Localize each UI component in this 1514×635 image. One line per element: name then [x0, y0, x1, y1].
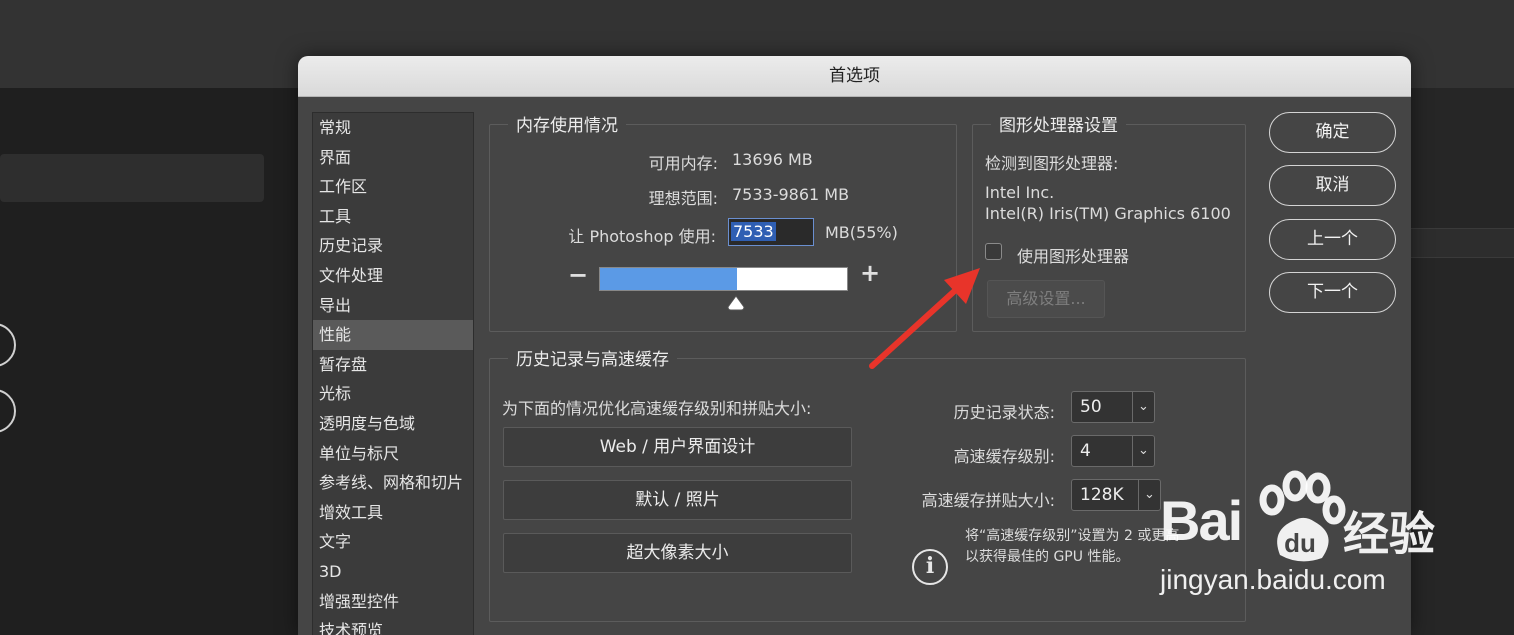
- memory-slider-thumb[interactable]: [727, 295, 745, 311]
- decrease-memory-button[interactable]: −: [568, 261, 588, 289]
- memory-usage-title: 内存使用情况: [508, 111, 626, 136]
- nav-item[interactable]: 文件处理: [313, 261, 473, 291]
- cache-tile-size-label: 高速缓存拼贴大小:: [921, 491, 1055, 510]
- info-icon: i: [912, 549, 948, 585]
- watermark-url: jingyan.baidu.com: [1160, 564, 1386, 595]
- history-cache-group: 历史记录与高速缓存 为下面的情况优化高速缓存级别和拼贴大小: Web / 用户界…: [489, 345, 1246, 622]
- cache-tile-size-value: 128K: [1080, 485, 1124, 505]
- nav-item[interactable]: 光标: [313, 379, 473, 409]
- gpu-settings-title: 图形处理器设置: [991, 111, 1126, 136]
- nav-item[interactable]: 单位与标尺: [313, 439, 473, 469]
- nav-item[interactable]: 导出: [313, 291, 473, 321]
- nav-item[interactable]: 3D: [313, 557, 473, 587]
- nav-item[interactable]: 工作区: [313, 172, 473, 202]
- gpu-cache-info-line2: 以获得最佳的 GPU 性能。: [965, 549, 1130, 565]
- available-memory-label: 可用内存:: [648, 154, 718, 173]
- next-button[interactable]: 下一个: [1269, 272, 1396, 313]
- chevron-down-icon: ⌄: [1138, 480, 1160, 510]
- app-left-bar: [0, 154, 264, 202]
- cache-tile-size-select[interactable]: 128K ⌄: [1071, 479, 1161, 511]
- history-states-select[interactable]: 50 ⌄: [1071, 391, 1155, 423]
- cache-levels-value: 4: [1080, 441, 1091, 461]
- cache-levels-select[interactable]: 4 ⌄: [1071, 435, 1155, 467]
- nav-item[interactable]: 历史记录: [313, 231, 473, 261]
- nav-item[interactable]: 参考线、网格和切片: [313, 468, 473, 498]
- nav-item[interactable]: 性能: [313, 320, 473, 350]
- gpu-vendor: Intel Inc.: [985, 183, 1055, 202]
- nav-item[interactable]: 界面: [313, 143, 473, 173]
- cache-optimize-label: 为下面的情况优化高速缓存级别和拼贴大小:: [502, 399, 812, 418]
- memory-amount-input[interactable]: 7533: [728, 218, 814, 246]
- ideal-range-value: 7533-9861 MB: [732, 185, 850, 204]
- web-ui-design-button[interactable]: Web / 用户界面设计: [503, 427, 852, 467]
- history-states-label: 历史记录状态:: [953, 403, 1055, 422]
- ideal-range-label: 理想范围:: [648, 189, 718, 208]
- nav-item[interactable]: 增强型控件: [313, 587, 473, 617]
- default-photo-button[interactable]: 默认 / 照片: [503, 480, 852, 520]
- chevron-down-icon: ⌄: [1132, 436, 1154, 466]
- history-states-value: 50: [1080, 397, 1102, 417]
- ok-button[interactable]: 确定: [1269, 112, 1396, 153]
- memory-slider-fill: [600, 268, 737, 290]
- preferences-nav: 常规 界面 工作区 工具 历史记录 文件处理 导出 性能 暂存盘 光标 透明度与色域 单位与标尺 参考线…: [312, 112, 474, 635]
- use-gpu-label: 使用图形处理器: [1017, 247, 1130, 266]
- baidu-paw-logo-icon: du: [1259, 470, 1346, 562]
- use-gpu-checkbox[interactable]: [985, 243, 1002, 260]
- nav-item[interactable]: 常规: [313, 113, 473, 143]
- memory-percent-label: MB(55%): [825, 223, 898, 242]
- annotation-arrow-icon: [869, 268, 980, 369]
- previous-button[interactable]: 上一个: [1269, 219, 1396, 260]
- watermark-brand: Bai: [1160, 489, 1243, 552]
- nav-item[interactable]: 文字: [313, 527, 473, 557]
- nav-item[interactable]: 透明度与色域: [313, 409, 473, 439]
- nav-item[interactable]: 工具: [313, 202, 473, 232]
- history-cache-title: 历史记录与高速缓存: [508, 345, 677, 370]
- gpu-advanced-settings-button[interactable]: 高级设置...: [987, 280, 1105, 318]
- huge-pixel-size-button[interactable]: 超大像素大小: [503, 533, 852, 573]
- gpu-detected-label: 检测到图形处理器:: [985, 154, 1119, 173]
- watermark-brand-cn: 经验: [1343, 507, 1435, 561]
- nav-item[interactable]: 暂存盘: [313, 350, 473, 380]
- nav-item[interactable]: 增效工具: [313, 498, 473, 528]
- gpu-settings-group: 图形处理器设置 检测到图形处理器: Intel Inc. Intel(R) Ir…: [972, 111, 1246, 332]
- memory-amount-value: 7533: [731, 222, 776, 241]
- cache-levels-label: 高速缓存级别:: [953, 447, 1055, 466]
- photoshop-use-label: 让 Photoshop 使用:: [568, 227, 716, 246]
- memory-slider[interactable]: [599, 267, 848, 291]
- nav-item[interactable]: 技术预览: [313, 616, 473, 635]
- baidu-jingyan-watermark: du Bai 经验 jingyan.baidu.com: [1160, 470, 1450, 600]
- cancel-button[interactable]: 取消: [1269, 165, 1396, 206]
- dialog-title: 首选项: [298, 56, 1411, 97]
- app-right-bar: [1411, 228, 1514, 258]
- chevron-down-icon: ⌄: [1132, 392, 1154, 422]
- gpu-cache-info-line1: 将“高速缓存级别”设置为 2 或更高: [965, 528, 1180, 544]
- svg-text:du: du: [1284, 528, 1316, 558]
- gpu-model: Intel(R) Iris(TM) Graphics 6100: [985, 204, 1231, 223]
- available-memory-value: 13696 MB: [732, 150, 813, 169]
